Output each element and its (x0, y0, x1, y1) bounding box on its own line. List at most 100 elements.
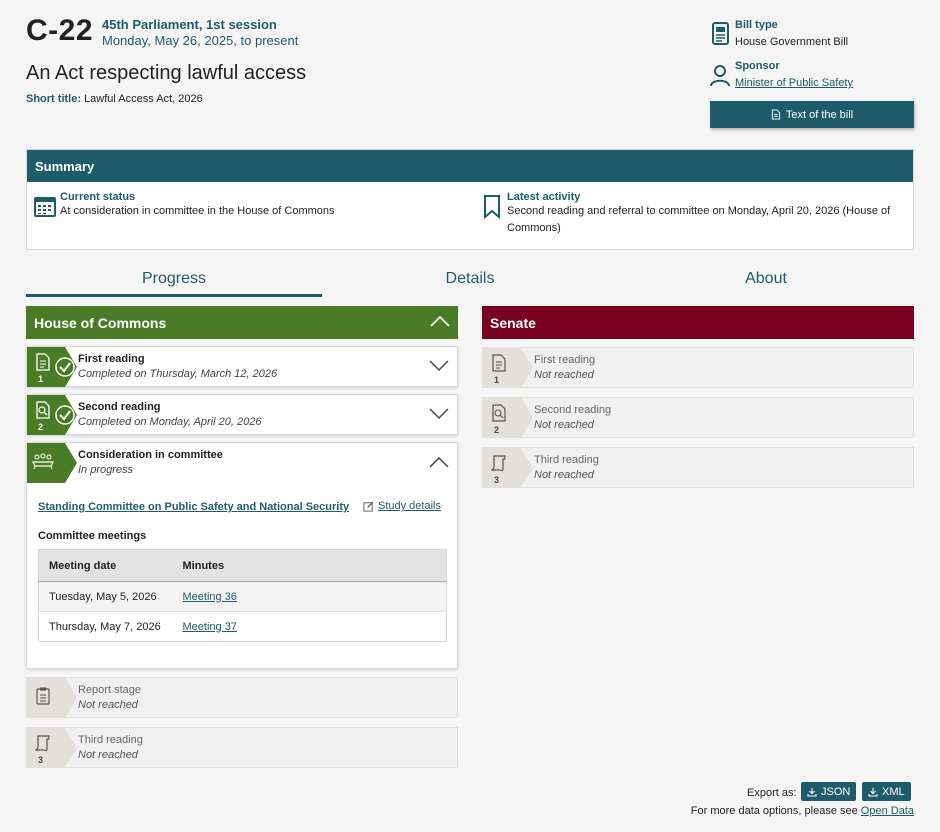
document-icon (492, 354, 506, 372)
page-title: An Act respecting lawful access (26, 62, 307, 84)
tab-progress[interactable]: Progress (26, 270, 322, 288)
tab-details[interactable]: Details (322, 270, 618, 288)
stage-status: Completed on Monday, April 20, 2026 (78, 416, 262, 428)
stage-badge (27, 678, 77, 718)
summary-heading: Summary (27, 150, 913, 182)
latest-activity: Latest activity Second reading and refer… (507, 191, 907, 237)
table-row: Tuesday, May 5, 2026 Meeting 36 (38, 581, 447, 612)
current-status: Current status At consideration in commi… (60, 191, 335, 220)
meetings-table: Meeting date Minutes Tuesday, May 5, 202… (38, 549, 447, 642)
chevron-up-icon[interactable] (429, 455, 449, 469)
stage-status: Not reached (78, 749, 138, 761)
stage-name: Third reading (534, 454, 599, 466)
meeting-date: Thursday, May 7, 2026 (38, 611, 173, 642)
bookmark-icon (484, 195, 500, 219)
latest-activity-label: Latest activity (507, 191, 581, 203)
bill-type-label: Bill type (735, 19, 778, 31)
column-header: Meeting date (38, 549, 173, 582)
hoc-committee-stage[interactable]: Consideration in committee In progress S… (26, 442, 458, 669)
chevron-down-icon[interactable] (429, 407, 449, 421)
stage-status: Not reached (78, 699, 138, 711)
stage-number: 3 (494, 475, 500, 485)
bill-number: C-22 (26, 14, 94, 47)
document-search-icon (492, 404, 506, 422)
sponsor-link[interactable]: Minister of Public Safety (735, 77, 853, 89)
stage-badge: 2 (483, 398, 533, 438)
stage-name: First reading (78, 353, 145, 365)
short-title-value: Lawful Access Act, 2026 (84, 93, 203, 105)
stage-status: Not reached (534, 469, 594, 481)
latest-activity-value: Second reading and referral to committee… (507, 205, 891, 234)
download-icon (807, 787, 817, 797)
sponsor-label: Sponsor (735, 60, 780, 72)
hoc-third-reading: 3 Third reading Not reached (26, 727, 458, 768)
stage-name: Second reading (534, 404, 612, 416)
study-details-label[interactable]: Study details (378, 500, 441, 512)
senate-title: Senate (490, 314, 536, 331)
summary-panel: Summary Current status At consideration … (26, 149, 914, 250)
stage-number: 1 (38, 374, 44, 384)
stage-number: 1 (494, 375, 500, 385)
tab-about[interactable]: About (618, 270, 914, 288)
stage-status: Not reached (534, 419, 594, 431)
hoc-second-reading[interactable]: 2 Second reading Completed on Monday, Ap… (26, 394, 458, 435)
open-data-link[interactable]: Open Data (861, 805, 914, 817)
committee-link[interactable]: Standing Committee on Public Safety and … (38, 501, 349, 513)
current-status-label: Current status (60, 191, 136, 203)
export-xml-label: XML (882, 785, 905, 798)
stage-name: Third reading (78, 734, 143, 746)
house-of-commons-header[interactable]: House of Commons (26, 306, 458, 339)
checkmark-icon (55, 405, 75, 425)
chevron-up-icon[interactable] (430, 314, 450, 328)
meeting-minutes-link[interactable]: Meeting 37 (183, 621, 237, 633)
stage-badge: 3 (27, 728, 77, 768)
short-title-label: Short title: (26, 93, 81, 105)
stage-badge: 3 (483, 448, 533, 488)
committee-meetings-heading: Committee meetings (38, 530, 147, 542)
calendar-icon (34, 197, 56, 217)
stage-status: Not reached (534, 369, 594, 381)
stage-name: Consideration in committee (78, 449, 223, 461)
stage-badge (27, 443, 77, 483)
person-icon (710, 65, 730, 87)
stage-name: Second reading (78, 401, 161, 413)
senate-first-reading: 1 First reading Not reached (482, 347, 914, 388)
stage-status: Completed on Thursday, March 12, 2026 (78, 368, 278, 380)
stage-name: First reading (534, 354, 596, 366)
document-icon (771, 109, 780, 120)
senate-second-reading: 2 Second reading Not reached (482, 397, 914, 438)
study-details-link[interactable]: Study details (363, 500, 441, 512)
clipboard-list-icon (36, 687, 50, 705)
document-search-icon (36, 401, 50, 419)
house-of-commons-title: House of Commons (34, 314, 167, 331)
committee-table-icon (32, 453, 54, 469)
text-of-bill-button[interactable]: Text of the bill (710, 101, 914, 128)
meeting-date: Tuesday, May 5, 2026 (38, 581, 173, 612)
active-tab-indicator (26, 294, 322, 297)
stage-number: 2 (494, 425, 500, 435)
export-label: Export as: (747, 787, 797, 799)
hoc-first-reading[interactable]: 1 First reading Completed on Thursday, M… (26, 346, 458, 387)
table-row: Thursday, May 7, 2026 Meeting 37 (38, 611, 447, 642)
stage-status: In progress (78, 464, 134, 476)
stage-badge: 1 (483, 348, 533, 388)
bill-document-icon (712, 22, 729, 45)
meeting-minutes-link[interactable]: Meeting 36 (183, 591, 237, 603)
stage-name: Report stage (78, 684, 141, 696)
export-xml-button[interactable]: XML (862, 782, 911, 801)
checkmark-icon (55, 357, 75, 377)
short-title: Short title: Lawful Access Act, 2026 (26, 93, 203, 105)
more-data-note: For more data options, please see Open D… (691, 805, 914, 817)
edit-icon (363, 500, 374, 512)
document-icon (36, 353, 50, 371)
column-header: Minutes (172, 549, 447, 582)
current-status-value: At consideration in committee in the Hou… (60, 205, 335, 217)
chevron-down-icon[interactable] (429, 359, 449, 373)
export-json-label: JSON (821, 785, 851, 798)
senate-header[interactable]: Senate (482, 306, 914, 339)
more-data-text: For more data options, please see (690, 805, 858, 817)
session-label: 45th Parliament, 1st session (102, 17, 277, 32)
download-icon (868, 787, 878, 797)
stage-number: 3 (38, 755, 44, 765)
export-json-button[interactable]: JSON (801, 782, 857, 801)
